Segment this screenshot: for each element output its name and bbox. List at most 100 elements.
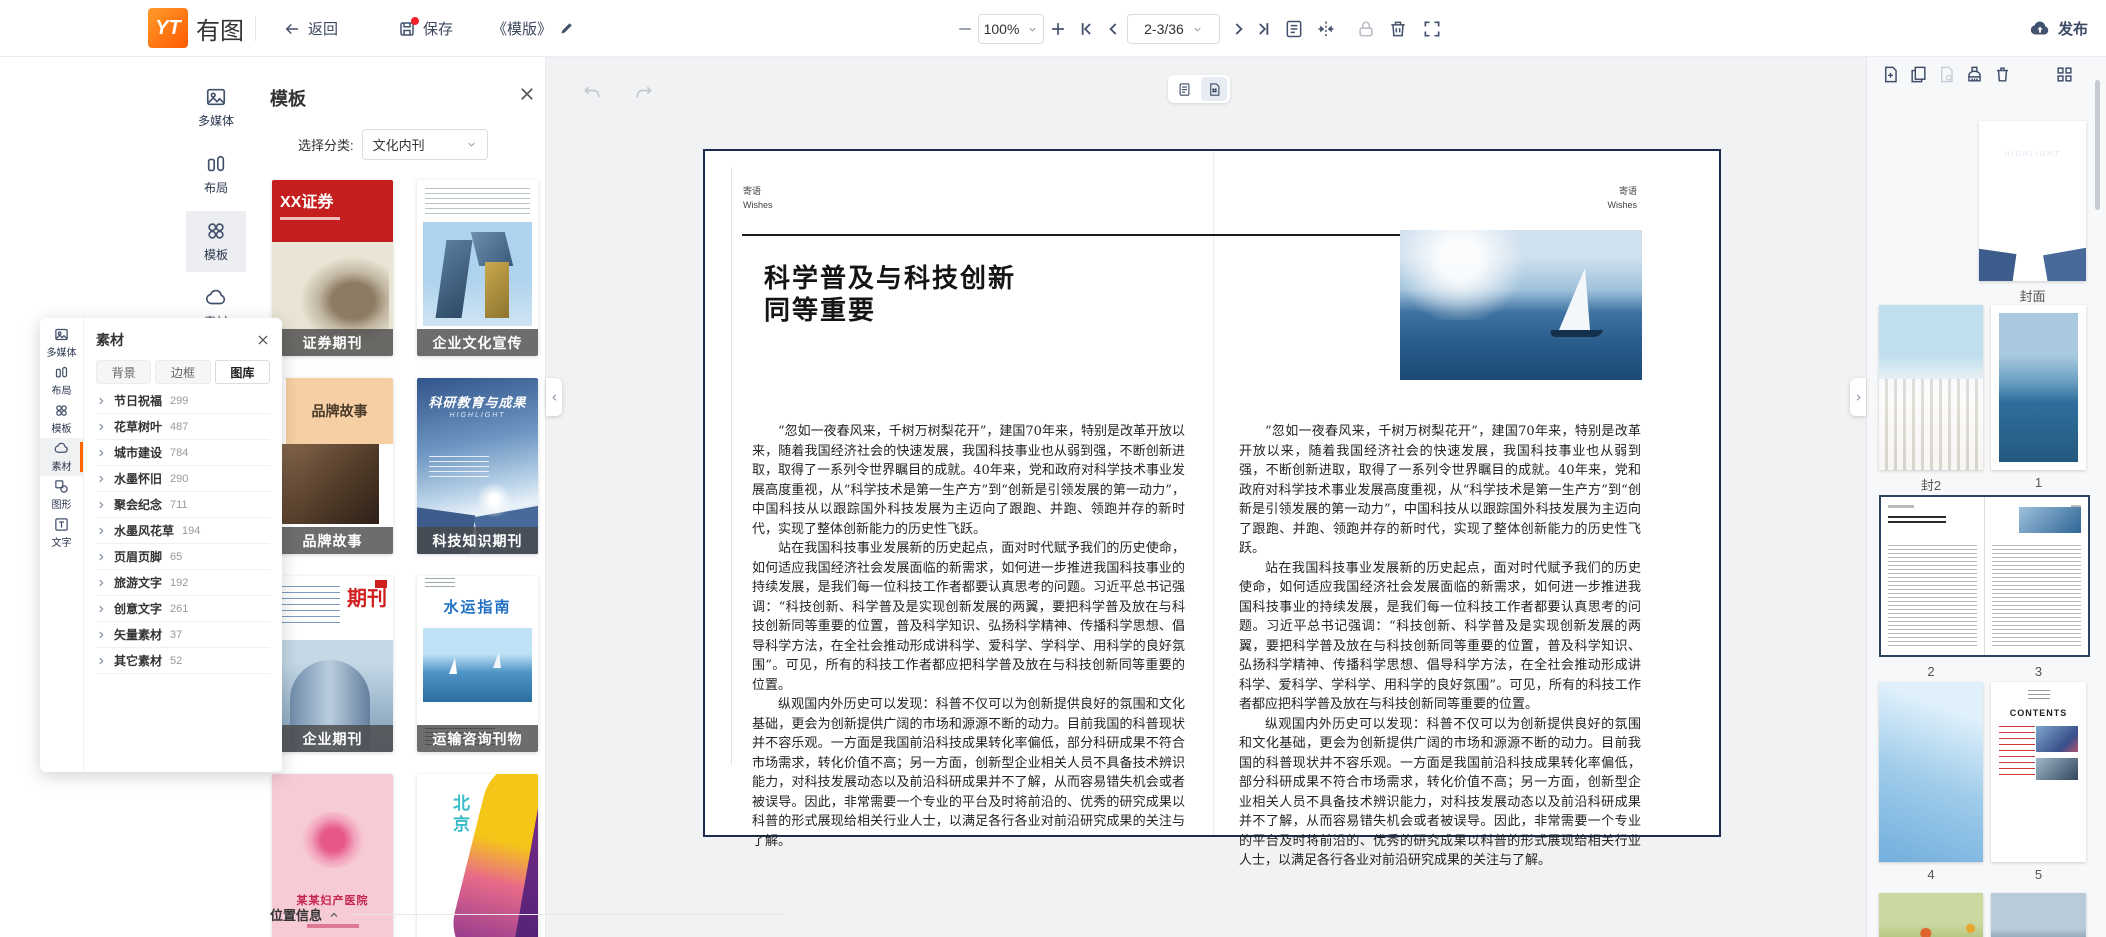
- thumbnail-cover[interactable]: 科研教育与成果 HIGHLIGHT: [1979, 121, 2086, 281]
- clean-page-icon[interactable]: [1965, 65, 1984, 84]
- material-category-label: 创意文字: [114, 600, 162, 617]
- template-card-science-journal[interactable]: 科研教育与成果 HIGHLIGHT 科技知识期刊: [417, 378, 538, 554]
- template-caption: 科技知识期刊: [417, 527, 538, 554]
- page-fold-line: [1213, 151, 1214, 835]
- sidebar-item-template[interactable]: 模板: [186, 211, 246, 272]
- save-button[interactable]: 保存: [398, 0, 453, 57]
- template-card-brand-story[interactable]: 品牌故事 品牌故事: [272, 378, 393, 554]
- rail-item-shapes[interactable]: 图形: [40, 476, 83, 514]
- template-card-beijing[interactable]: 北京: [417, 774, 538, 937]
- undo-icon[interactable]: [582, 83, 602, 103]
- thumbnail-label: 封面: [1979, 286, 2086, 305]
- sailboat-photo[interactable]: [1400, 230, 1642, 380]
- material-category-row[interactable]: 页眉页脚65: [96, 544, 270, 570]
- page-content-view-button[interactable]: [1171, 77, 1197, 101]
- delete-page-icon[interactable]: [1388, 19, 1408, 39]
- material-category-row[interactable]: 花草树叶 487: [96, 414, 270, 440]
- rail-item-material[interactable]: 素材: [40, 438, 83, 476]
- grid-view-icon[interactable]: [2055, 65, 2074, 84]
- material-category-row[interactable]: 创意文字 261: [96, 596, 270, 622]
- sidebar-item-layout[interactable]: 布局: [186, 144, 246, 205]
- template-card-securities[interactable]: XX证券 证券期刊: [272, 180, 393, 356]
- template-caption: 企业期刊: [272, 725, 393, 752]
- add-page-icon[interactable]: [1881, 65, 1900, 84]
- thumbnail-page-6-partial[interactable]: [1879, 893, 1983, 937]
- merge-pages-icon[interactable]: [1316, 19, 1336, 39]
- rail-item-template[interactable]: 模板: [40, 400, 83, 438]
- lock-icon[interactable]: [1356, 19, 1376, 39]
- material-category-count: 487: [170, 421, 188, 433]
- document-paragraph: 站在我国科技事业发展新的历史起点，面对时代赋予我们的历史使命，如何适应我国经济社…: [752, 539, 1185, 695]
- edit-pencil-icon[interactable]: [559, 21, 574, 36]
- template-card-shipping-journal[interactable]: 水运指南 运输咨询刊物: [417, 576, 538, 752]
- copy-page-icon[interactable]: [1909, 65, 1928, 84]
- template-card-enterprise-journal[interactable]: 期刊 企业期刊: [272, 576, 393, 752]
- next-page-button[interactable]: [1228, 19, 1248, 39]
- material-category-row[interactable]: 聚会纪念711: [96, 492, 270, 518]
- redo-icon[interactable]: [634, 83, 654, 103]
- zoom-out-button[interactable]: [955, 19, 975, 39]
- thumbnail-spread-2-3-selected[interactable]: [1879, 495, 2090, 657]
- page-number-view-button[interactable]: [1201, 77, 1227, 101]
- back-button[interactable]: 返回: [283, 0, 338, 57]
- category-select[interactable]: 文化内刊: [362, 129, 488, 160]
- editor-canvas[interactable]: 寄语Wishes 寄语Wishes 科学普及与科技创新同等重要 “忽如一夜春风来…: [546, 57, 1866, 937]
- material-category-row[interactable]: 水墨怀旧290: [96, 466, 270, 492]
- rail-item-multimedia[interactable]: 多媒体: [40, 324, 83, 362]
- sidebar-item-multimedia[interactable]: 多媒体: [186, 77, 246, 138]
- close-icon[interactable]: [518, 85, 536, 103]
- material-category-row[interactable]: 其它素材52: [96, 648, 270, 674]
- previous-page-button[interactable]: [1104, 19, 1124, 39]
- sidebar-item-label: 布局: [204, 179, 228, 196]
- tab-gallery[interactable]: 图库: [215, 360, 270, 384]
- fullscreen-icon[interactable]: [1422, 19, 1442, 39]
- publish-label: 发布: [2058, 18, 2088, 39]
- document-title[interactable]: 《模版》: [492, 0, 574, 57]
- app-logo[interactable]: YT 有图: [148, 8, 244, 48]
- tab-background[interactable]: 背景: [96, 360, 151, 384]
- material-category-row[interactable]: 水墨风花草194: [96, 518, 270, 544]
- thumbnail-page-4[interactable]: [1879, 682, 1983, 862]
- document-paragraph: 纵观国内外历史可以发现：科普不仅可以为创新提供良好的氛围和文化基础，更会为创新提…: [752, 695, 1185, 851]
- close-icon[interactable]: [256, 333, 270, 347]
- document-spread[interactable]: 寄语Wishes 寄语Wishes 科学普及与科技创新同等重要 “忽如一夜春风来…: [703, 149, 1721, 837]
- material-floating-panel: 多媒体 布局 模板 素材 图形 文字: [40, 318, 282, 772]
- zoom-level-select[interactable]: 100%: [978, 14, 1044, 44]
- collapse-left-panel-tab[interactable]: [546, 378, 562, 416]
- material-category-count: 261: [170, 603, 188, 615]
- material-category-label: 花草树叶: [114, 418, 162, 435]
- document-paragraph: 纵观国内外历史可以发现：科普不仅可以为创新提供良好的氛围和文化基础，更会为创新提…: [1239, 715, 1641, 871]
- material-category-row[interactable]: 节日祝福299: [96, 388, 270, 414]
- expand-right-panel-tab[interactable]: [1850, 378, 1866, 416]
- document-paragraph: “忽如一夜春风来，千树万树梨花开”，建国70年来，特别是改革开放以来，随着我国经…: [1239, 422, 1641, 559]
- thumbnail-cover2[interactable]: [1879, 305, 1983, 470]
- thumbnail-page-7-partial[interactable]: [1991, 893, 2086, 937]
- page-notes-icon[interactable]: [1284, 19, 1304, 39]
- page-3-body-text[interactable]: “忽如一夜春风来，千树万树梨花开”，建国70年来，特别是改革开放以来，随着我国经…: [1239, 422, 1641, 871]
- chevron-right-icon: [96, 396, 106, 406]
- material-category-row[interactable]: 城市建设784: [96, 440, 270, 466]
- last-page-button[interactable]: [1254, 19, 1274, 39]
- first-page-button[interactable]: [1076, 19, 1096, 39]
- tab-border[interactable]: 边框: [155, 360, 210, 384]
- page-indicator-select[interactable]: 2-3/36: [1127, 14, 1220, 44]
- document-paragraph: “忽如一夜春风来，千树万树梨花开”，建国70年来，特别是改革开放以来，随着我国经…: [752, 422, 1185, 539]
- delete-page-icon[interactable]: [1993, 65, 2012, 84]
- paste-page-icon[interactable]: [1937, 65, 1956, 84]
- page-2-body-text[interactable]: “忽如一夜春风来，千树万树梨花开”，建国70年来，特别是改革开放以来，随着我国经…: [752, 422, 1185, 851]
- sidebar-item-label: 多媒体: [198, 112, 234, 129]
- position-info-toggle[interactable]: 位置信息: [270, 905, 340, 924]
- rail-item-layout[interactable]: 布局: [40, 362, 83, 400]
- publish-button[interactable]: 发布: [2029, 0, 2088, 57]
- thumbnail-page-5[interactable]: CONTENTS: [1991, 682, 2086, 862]
- material-category-row[interactable]: 矢量素材37: [96, 622, 270, 648]
- article-title[interactable]: 科学普及与科技创新同等重要: [764, 263, 1016, 326]
- pages-scrollbar[interactable]: [2095, 80, 2100, 210]
- thumbnail-page-1[interactable]: [1991, 305, 2086, 470]
- template-card-corporate-culture[interactable]: 企业文化宣传: [417, 180, 538, 356]
- material-category-row[interactable]: 旅游文字192: [96, 570, 270, 596]
- rail-item-text[interactable]: 文字: [40, 514, 83, 552]
- thumbnail-label: 4: [1879, 867, 1983, 882]
- zoom-in-button[interactable]: [1048, 19, 1068, 39]
- thumbnail-label: 1: [1991, 475, 2086, 490]
